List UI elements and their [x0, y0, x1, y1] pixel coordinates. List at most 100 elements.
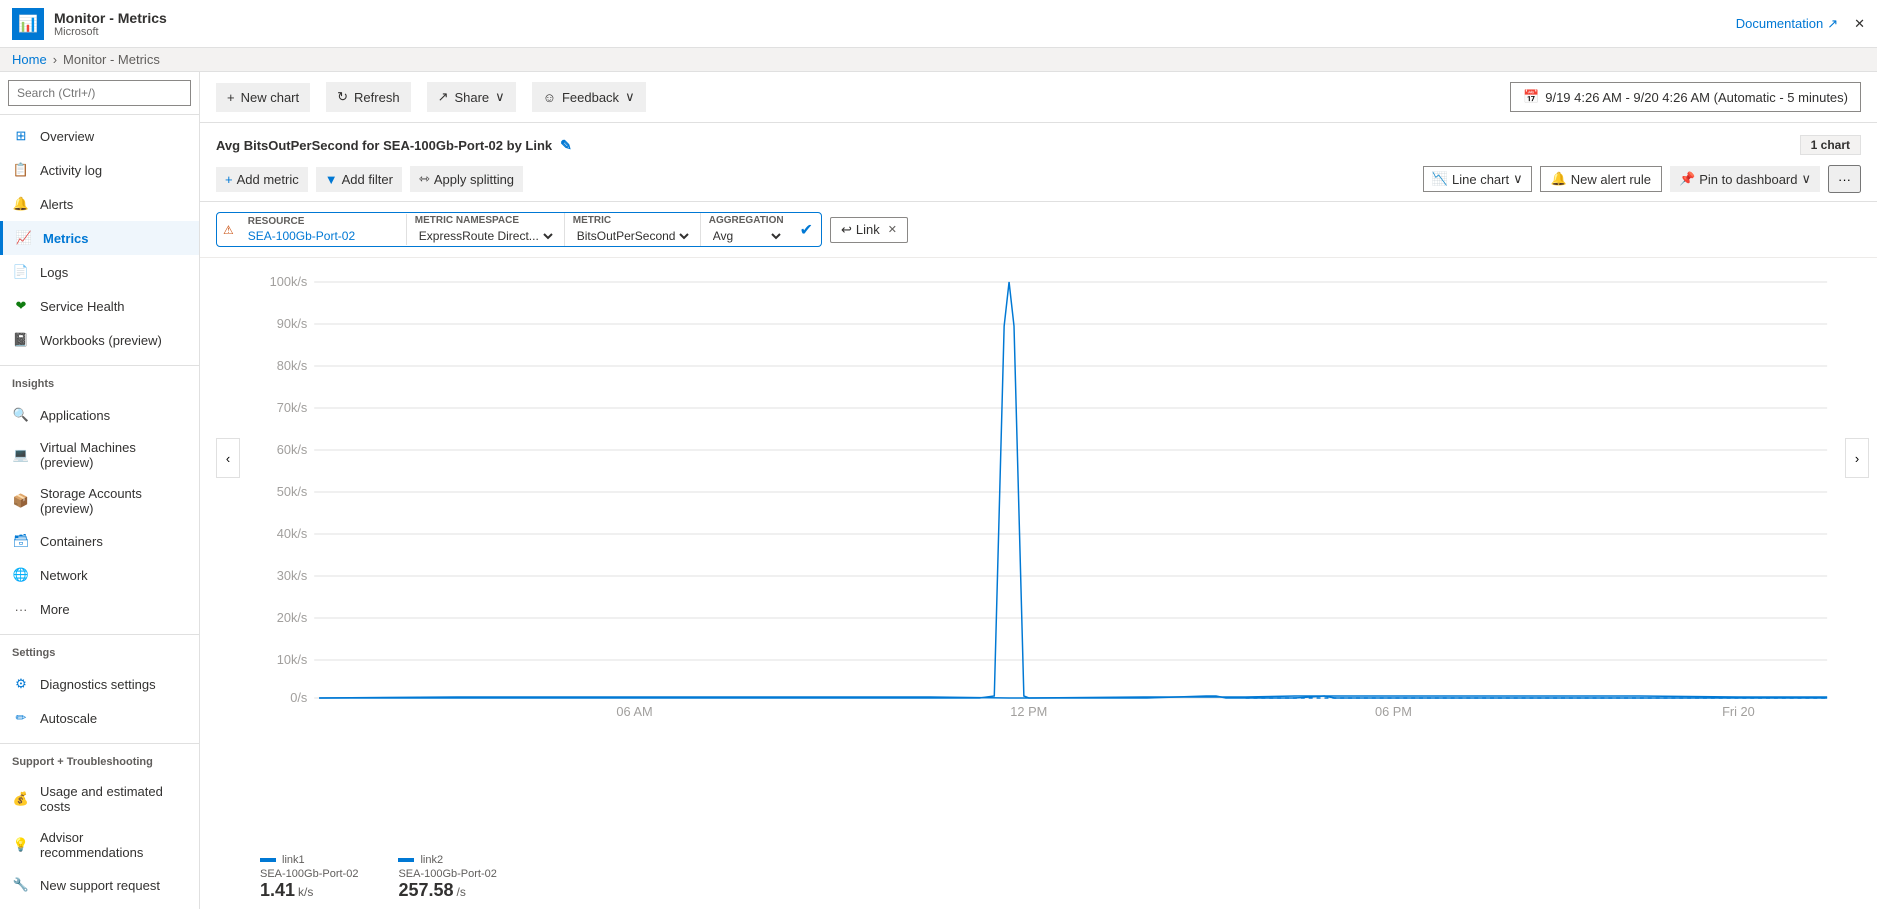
namespace-select[interactable]: ExpressRoute Direct...	[415, 228, 556, 244]
chart-type-button[interactable]: 📉 Line chart ∨	[1423, 166, 1532, 192]
sidebar-item-support[interactable]: 🔧 New support request	[0, 868, 199, 902]
sidebar-item-label: New support request	[40, 878, 160, 893]
documentation-link[interactable]: Documentation ↗ ✕	[1736, 16, 1865, 32]
y-label-50k: 50k/s	[277, 484, 308, 499]
sidebar-insights-section: 🔍 Applications 💻 Virtual Machines (previ…	[0, 394, 199, 630]
feedback-chevron-icon: ∨	[625, 89, 635, 105]
link-close-icon[interactable]: ✕	[888, 223, 897, 236]
legend-label-link1: link1	[282, 854, 305, 866]
sidebar-item-storage[interactable]: 📦 Storage Accounts (preview)	[0, 478, 199, 524]
sidebar-item-containers[interactable]: 🗃 Containers	[0, 524, 199, 558]
alert-icon: 🔔	[1551, 171, 1567, 187]
link-button[interactable]: ↩ Link ✕	[830, 217, 908, 243]
add-metric-label: Add metric	[237, 172, 299, 187]
breadcrumb-home[interactable]: Home	[12, 52, 47, 67]
apply-splitting-button[interactable]: ⇿ Apply splitting	[410, 166, 523, 192]
metric-config-pill: ⚠ RESOURCE METRIC NAMESPACE ExpressRoute…	[216, 212, 822, 247]
breadcrumb-separator: ›	[53, 52, 57, 67]
apply-splitting-label: Apply splitting	[434, 172, 514, 187]
new-chart-button[interactable]: + New chart	[216, 83, 310, 112]
network-icon: 🌐	[12, 566, 30, 584]
chart-type-label: Line chart	[1452, 172, 1509, 187]
feedback-button[interactable]: ☺ Feedback ∨	[532, 82, 646, 112]
sidebar-item-network[interactable]: 🌐 Network	[0, 558, 199, 592]
chart-line-link2	[319, 282, 1827, 698]
sidebar-item-autoscale[interactable]: ✏ Autoscale	[0, 701, 199, 735]
sidebar-item-usage-costs[interactable]: 💰 Usage and estimated costs	[0, 776, 199, 822]
resource-label: RESOURCE	[248, 216, 398, 227]
logs-icon: 📄	[12, 263, 30, 281]
sidebar-item-label: Network	[40, 568, 88, 583]
metric-field: METRIC BitsOutPerSecond	[565, 213, 701, 246]
refresh-button[interactable]: ↻ Refresh	[326, 82, 410, 112]
y-label-100k: 100k/s	[270, 274, 308, 289]
legend-label-link2: link2	[420, 854, 443, 866]
sidebar-settings-section: ⚙ Diagnostics settings ✏ Autoscale	[0, 663, 199, 739]
aggregation-label: AGGREGATION	[709, 215, 784, 226]
sidebar-item-label: Diagnostics settings	[40, 677, 156, 692]
resource-input[interactable]	[248, 229, 398, 243]
top-bar: 📊 Monitor - Metrics Microsoft Documentat…	[0, 0, 1877, 48]
sidebar-item-metrics[interactable]: 📈 Metrics	[0, 221, 199, 255]
metric-select[interactable]: BitsOutPerSecond	[573, 228, 692, 244]
sidebar-item-applications[interactable]: 🔍 Applications	[0, 398, 199, 432]
link-label: Link	[856, 222, 880, 237]
pin-dashboard-button[interactable]: 📌 Pin to dashboard ∨	[1670, 166, 1820, 192]
sidebar-item-diagnostics[interactable]: ⚙ Diagnostics settings	[0, 667, 199, 701]
sidebar-item-label: Advisor recommendations	[40, 830, 187, 860]
vm-icon: 💻	[12, 446, 30, 464]
more-options-button[interactable]: ···	[1828, 165, 1861, 193]
share-button[interactable]: ↗ Share ∨	[427, 82, 516, 112]
legend-value-row-link2: 257.58 /s	[398, 880, 496, 901]
y-label-90k: 90k/s	[277, 316, 308, 331]
add-filter-button[interactable]: ▼ Add filter	[316, 167, 402, 192]
new-alert-button[interactable]: 🔔 New alert rule	[1540, 166, 1662, 192]
sidebar-item-service-health[interactable]: ❤ Service Health	[0, 289, 199, 323]
external-link-icon: ↗	[1827, 16, 1838, 32]
legend-unit-link2: /s	[457, 885, 466, 899]
sidebar-item-more[interactable]: ··· More	[0, 592, 199, 626]
diagnostics-icon: ⚙	[12, 675, 30, 693]
search-input[interactable]	[8, 80, 191, 106]
legend-header-link2: link2	[398, 854, 496, 866]
more-icon: ···	[12, 600, 30, 618]
sidebar-item-overview[interactable]: ⊞ Overview	[0, 119, 199, 153]
sidebar-item-label: Usage and estimated costs	[40, 784, 187, 814]
sidebar-item-label: Alerts	[40, 197, 73, 212]
sidebar-item-virtual-machines[interactable]: 💻 Virtual Machines (preview)	[0, 432, 199, 478]
usage-costs-icon: 💰	[12, 790, 30, 808]
y-label-20k: 20k/s	[277, 610, 308, 625]
sidebar-item-label: Autoscale	[40, 711, 97, 726]
sidebar-item-label: Virtual Machines (preview)	[40, 440, 187, 470]
time-range-label: 9/19 4:26 AM - 9/20 4:26 AM (Automatic -…	[1545, 90, 1848, 105]
chart-nav-right[interactable]: ›	[1845, 438, 1869, 478]
sidebar-item-alerts[interactable]: 🔔 Alerts	[0, 187, 199, 221]
metric-check-icon[interactable]: ✔	[792, 220, 821, 240]
legend-value-row-link1: 1.41 k/s	[260, 880, 358, 901]
sidebar-item-logs[interactable]: 📄 Logs	[0, 255, 199, 289]
close-icon[interactable]: ✕	[1854, 16, 1865, 32]
calendar-icon: 📅	[1523, 89, 1539, 105]
chart-nav-left[interactable]: ‹	[216, 438, 240, 478]
warning-icon: ⚠	[217, 223, 240, 237]
share-icon: ↗	[438, 89, 449, 105]
sidebar-item-label: Containers	[40, 534, 103, 549]
sidebar-item-label: Overview	[40, 129, 94, 144]
app-title-main: Monitor - Metrics	[54, 10, 167, 26]
main-layout: ⊞ Overview 📋 Activity log 🔔 Alerts 📈 Met…	[0, 72, 1877, 909]
sidebar-item-workbooks[interactable]: 📓 Workbooks (preview)	[0, 323, 199, 357]
edit-title-icon[interactable]: ✎	[560, 137, 572, 154]
add-metric-button[interactable]: + Add metric	[216, 167, 308, 192]
legend-value-link2: 257.58	[398, 880, 453, 901]
aggregation-select[interactable]: Avg Min Max Sum Count	[709, 228, 784, 244]
sidebar-divider-1	[0, 365, 199, 366]
sidebar-item-activity-log[interactable]: 📋 Activity log	[0, 153, 199, 187]
breadcrumb: Home › Monitor - Metrics	[0, 48, 1877, 72]
x-axis: 06 AM 12 PM 06 PM Fri 20	[616, 704, 1754, 719]
time-range-button[interactable]: 📅 9/19 4:26 AM - 9/20 4:26 AM (Automatic…	[1510, 82, 1861, 112]
alerts-icon: 🔔	[12, 195, 30, 213]
sidebar-search[interactable]	[0, 72, 199, 115]
legend-unit-link1: k/s	[298, 885, 313, 899]
sidebar-item-advisor[interactable]: 💡 Advisor recommendations	[0, 822, 199, 868]
y-label-80k: 80k/s	[277, 358, 308, 373]
